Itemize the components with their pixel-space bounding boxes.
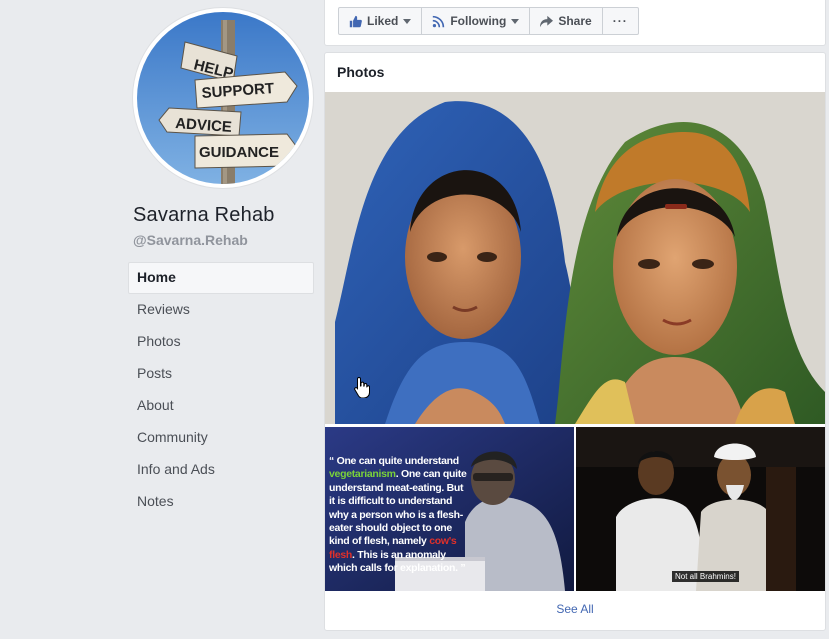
liked-label: Liked <box>367 14 399 28</box>
quote-text: “ One can quite understand vegetarianism… <box>329 455 467 576</box>
painting-two-women-image <box>325 92 825 424</box>
film-still-image <box>576 427 825 591</box>
chevron-down-icon <box>511 18 520 24</box>
nav-item-photos[interactable]: Photos <box>128 326 314 358</box>
more-dots-icon: ··· <box>612 14 628 28</box>
page-nav: Home Reviews Photos Posts About Communit… <box>128 262 314 518</box>
liked-button[interactable]: Liked <box>339 8 423 34</box>
movie-caption: Not all Brahmins! <box>672 571 739 582</box>
rss-icon <box>432 15 445 28</box>
nav-item-notes[interactable]: Notes <box>128 486 314 518</box>
nav-item-reviews[interactable]: Reviews <box>128 294 314 326</box>
page-name[interactable]: Savarna Rehab <box>133 204 275 227</box>
nav-item-info-and-ads[interactable]: Info and Ads <box>128 454 314 486</box>
quote-open-mark: “ <box>329 455 334 467</box>
share-label: Share <box>558 14 592 28</box>
nav-item-about[interactable]: About <box>128 390 314 422</box>
photos-card: Photos “ One can quite understand vegeta… <box>324 52 826 631</box>
photo-quote[interactable]: “ One can quite understand vegetarianism… <box>325 427 574 591</box>
thumbs-up-icon <box>349 15 362 28</box>
chevron-down-icon <box>403 18 412 24</box>
sign-guidance: GUIDANCE <box>199 144 279 161</box>
page-actions: Liked Following Share ··· <box>338 7 639 35</box>
following-button[interactable]: Following <box>422 8 531 34</box>
more-options-button[interactable]: ··· <box>603 8 638 34</box>
nav-item-home[interactable]: Home <box>128 262 314 294</box>
quote-highlight-vegetarianism: vegetarianism <box>329 468 396 481</box>
photos-title[interactable]: Photos <box>337 64 384 80</box>
action-bar-card: Liked Following Share ··· <box>324 0 826 46</box>
see-all-link[interactable]: See All <box>325 602 825 616</box>
quote-part-1: One can quite understand <box>336 455 460 467</box>
share-arrow-icon <box>540 15 554 28</box>
profile-picture[interactable]: HELP SUPPORT ADVICE GUIDANCE <box>133 8 313 188</box>
hand-cursor-icon <box>354 376 370 403</box>
signpost-image: HELP SUPPORT ADVICE GUIDANCE <box>137 12 309 184</box>
nav-item-community[interactable]: Community <box>128 422 314 454</box>
nav-item-posts[interactable]: Posts <box>128 358 314 390</box>
photo-main[interactable] <box>325 92 825 424</box>
page-handle[interactable]: @Savarna.Rehab <box>133 232 248 248</box>
photo-movie-still[interactable]: Not all Brahmins! <box>576 427 825 591</box>
share-button[interactable]: Share <box>530 8 603 34</box>
following-label: Following <box>450 14 507 28</box>
